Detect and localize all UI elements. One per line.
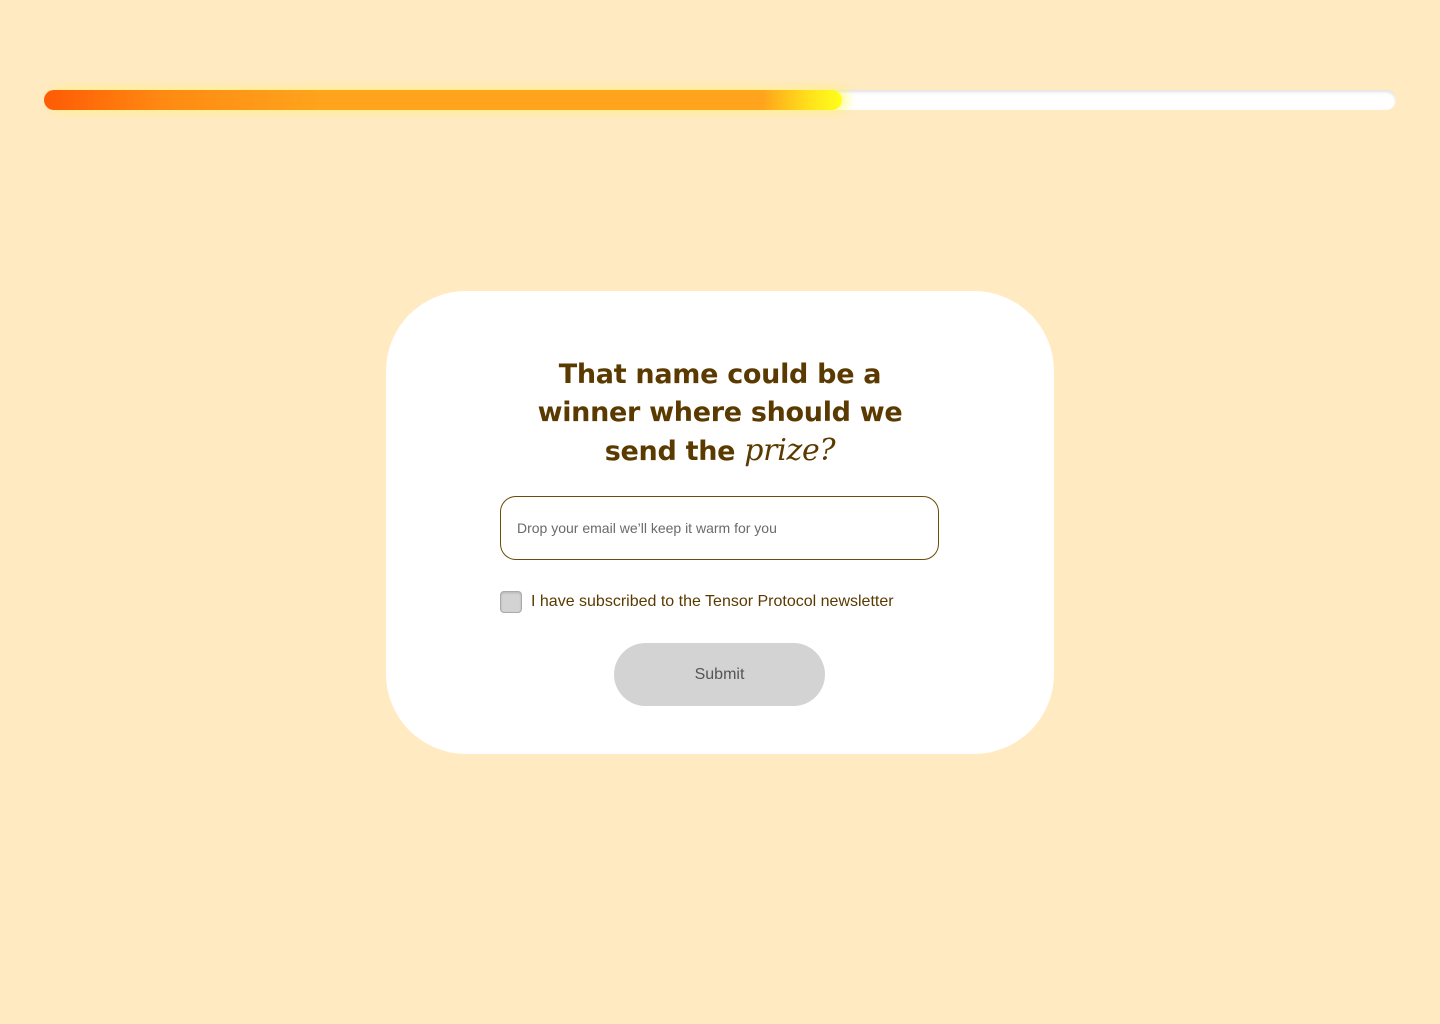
- headline-italic-word: prize?: [744, 433, 836, 469]
- headline-line-3-prefix: send the: [604, 436, 745, 468]
- submit-button[interactable]: Submit: [614, 643, 825, 706]
- form-headline: That name could be a winner where should…: [0, 356, 1440, 471]
- newsletter-checkbox-label: I have subscribed to the Tensor Protocol…: [531, 592, 894, 610]
- email-input[interactable]: [500, 496, 939, 560]
- newsletter-checkbox[interactable]: [500, 590, 522, 613]
- headline-line-1: That name could be a: [558, 359, 882, 391]
- headline-line-3: send the prize?: [0, 432, 1440, 471]
- progress-bar: [44, 90, 1396, 110]
- newsletter-consent-row[interactable]: I have subscribed to the Tensor Protocol…: [500, 589, 894, 614]
- progress-bar-fill: [44, 90, 842, 110]
- headline-line-2: winner where should we: [537, 397, 903, 429]
